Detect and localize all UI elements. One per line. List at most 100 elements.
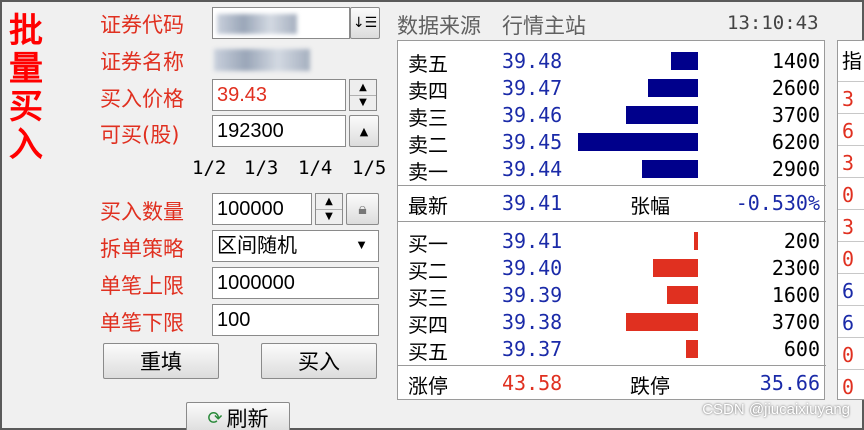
level-name: 卖三 [408, 106, 448, 130]
order-level-row[interactable]: 买三 39.39 1600 [398, 281, 826, 310]
level-volume: 600 [783, 337, 820, 361]
fraction-quarter[interactable]: 1/4 [298, 157, 332, 179]
reset-button[interactable]: 重填 [103, 343, 219, 379]
truncated-value: 3 [842, 151, 855, 175]
can-buy-button[interactable]: ▲ [349, 115, 379, 147]
change-label: 张幅 [630, 194, 670, 218]
upper-input[interactable]: 1000000 [212, 267, 379, 299]
name-label: 证券名称 [100, 50, 184, 74]
order-level-row[interactable]: 买二 39.40 2300 [398, 254, 826, 283]
fraction-third[interactable]: 1/3 [244, 157, 278, 179]
code-input[interactable] [212, 7, 350, 39]
level-price: 39.45 [502, 130, 563, 154]
volume-bar [626, 313, 698, 331]
volume-bar [667, 286, 698, 304]
fraction-fifth[interactable]: 1/5 [352, 157, 386, 179]
up-arrow-icon[interactable]: ▲ [350, 80, 376, 96]
order-book: 卖五 39.48 1400 卖四 39.47 2600 卖三 39.46 3700 卖二 39.45… [397, 40, 826, 400]
order-level-row[interactable]: 卖三 39.46 3700 [398, 101, 826, 130]
sort-icon: ↓☰ [352, 15, 378, 31]
level-volume: 200 [783, 229, 820, 253]
level-name: 买三 [408, 286, 448, 310]
truncated-value: 0 [842, 375, 855, 399]
order-level-row[interactable]: 卖二 39.45 6200 [398, 128, 826, 157]
price-stepper[interactable]: ▲ ▼ [349, 79, 377, 111]
side-title-char: 批 [9, 11, 43, 51]
upper-label: 单笔上限 [100, 274, 184, 298]
level-price: 39.48 [502, 49, 563, 73]
volume-bar [626, 106, 698, 124]
lower-input[interactable]: 100 [212, 304, 379, 336]
level-volume: 2600 [771, 76, 820, 100]
down-arrow-icon[interactable]: ▼ [316, 210, 342, 225]
order-level-row[interactable]: 买五 39.37 600 [398, 335, 826, 364]
level-volume: 6200 [771, 130, 820, 154]
truncated-value: 3 [842, 87, 855, 111]
truncated-panel: 指 3 6 3 0 3 0 6 6 0 0 [837, 40, 864, 400]
price-input[interactable]: 39.43 [212, 79, 346, 111]
side-title: 批 量 买 入 [6, 12, 46, 164]
order-level-row[interactable]: 买四 39.38 3700 [398, 308, 826, 337]
code-lookup-button[interactable]: ↓☰ [350, 7, 380, 39]
up-arrow-icon[interactable]: ▲ [316, 194, 342, 210]
volume-bar [671, 52, 698, 70]
volume-bar [578, 133, 698, 151]
latest-label: 最新 [408, 194, 448, 218]
level-volume: 1400 [771, 49, 820, 73]
level-price: 39.40 [502, 256, 563, 280]
fraction-half[interactable]: 1/2 [192, 157, 226, 179]
truncated-value: 0 [842, 343, 855, 367]
level-name: 买四 [408, 313, 448, 337]
truncated-value: 0 [842, 247, 855, 271]
code-label: 证券代码 [100, 13, 184, 37]
code-redacted [217, 13, 297, 34]
up-arrow-icon: ▲ [359, 124, 369, 138]
level-price: 39.41 [502, 229, 563, 253]
order-level-row[interactable]: 卖四 39.47 2600 [398, 74, 826, 103]
row-divider [838, 81, 864, 82]
order-level-row[interactable]: 买一 39.41 200 [398, 227, 826, 256]
volume-bar [642, 160, 698, 178]
level-price: 39.46 [502, 103, 563, 127]
lock-button[interactable]: 🔒︎ [346, 193, 379, 225]
level-volume: 3700 [771, 103, 820, 127]
row-divider [838, 337, 864, 338]
strategy-select[interactable]: 区间随机 ▼ [212, 230, 379, 262]
latest-row: 最新 39.41 张幅 -0.530% [398, 189, 826, 218]
order-level-row[interactable]: 卖五 39.48 1400 [398, 47, 826, 76]
can-buy-field: 192300 [212, 115, 346, 147]
buy-button[interactable]: 买入 [261, 343, 377, 379]
level-name: 买五 [408, 340, 448, 364]
order-level-row[interactable]: 卖一 39.44 2900 [398, 155, 826, 184]
name-value [214, 49, 310, 71]
limit-down-value: 35.66 [759, 371, 820, 395]
source-value: 行情主站 [502, 14, 586, 38]
level-name: 卖五 [408, 52, 448, 76]
volume-bar [694, 232, 698, 250]
volume-bar [648, 79, 698, 97]
level-name: 买二 [408, 259, 448, 283]
level-price: 39.37 [502, 337, 563, 361]
side-title-char: 量 [9, 49, 43, 89]
row-divider [838, 113, 864, 114]
row-divider [838, 177, 864, 178]
refresh-icon: ⟳ [207, 407, 223, 429]
row-divider [838, 209, 864, 210]
limit-up-value: 43.58 [502, 371, 563, 395]
row-divider [838, 241, 864, 242]
chevron-down-icon: ▼ [355, 237, 368, 252]
change-value: -0.530% [735, 191, 820, 215]
level-volume: 3700 [771, 310, 820, 334]
down-arrow-icon[interactable]: ▼ [350, 96, 376, 111]
can-buy-label: 可买(股) [100, 123, 180, 147]
source-label: 数据来源 [397, 14, 481, 38]
qty-stepper[interactable]: ▲ ▼ [315, 193, 343, 225]
level-price: 39.39 [502, 283, 563, 307]
refresh-button[interactable]: ⟳ 刷新 [186, 402, 290, 430]
level-name: 买一 [408, 232, 448, 256]
limit-down-label: 跌停 [630, 374, 670, 398]
level-price: 39.44 [502, 157, 563, 181]
qty-input[interactable]: 100000 [212, 193, 312, 225]
level-volume: 2900 [771, 157, 820, 181]
row-divider [838, 369, 864, 370]
